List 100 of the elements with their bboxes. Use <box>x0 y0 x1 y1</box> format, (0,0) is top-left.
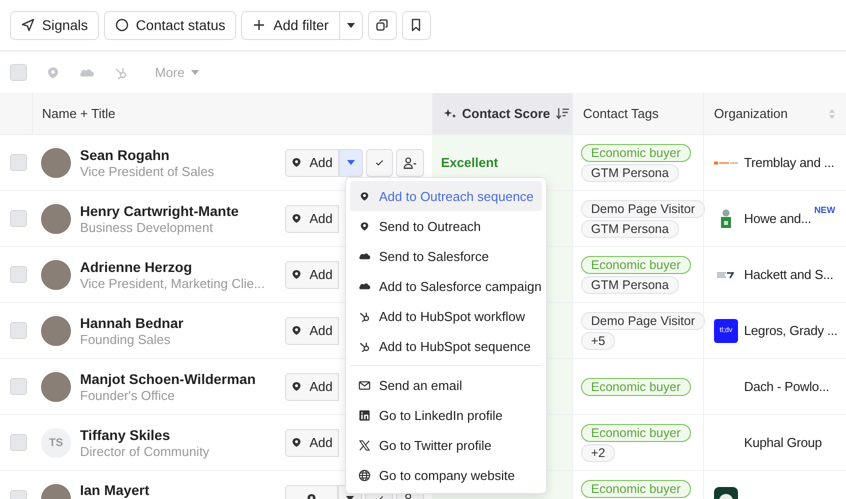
add-button[interactable]: Add <box>285 316 339 344</box>
column-header[interactable]: Contact Tags <box>572 93 703 134</box>
contact-status-button[interactable]: Contact status <box>104 10 236 40</box>
contact-name[interactable]: Ian Mayert <box>80 482 150 498</box>
add-filter-button[interactable]: Add filter <box>241 10 340 40</box>
column-header[interactable]: Organization <box>703 93 846 134</box>
contact-title: Founder's Office <box>80 388 176 402</box>
plus-icon <box>252 18 266 32</box>
contact-tag: Economic buyer <box>581 424 691 442</box>
company-logo-icon <box>714 160 738 166</box>
row-checkbox[interactable] <box>10 210 26 227</box>
sort-icon[interactable] <box>828 106 836 120</box>
menu-item[interactable]: Send to Outreach <box>350 211 542 241</box>
menu-item[interactable]: Go to LinkedIn profile <box>350 400 542 430</box>
avatar-placeholder <box>41 260 71 290</box>
bookmark-button[interactable] <box>402 10 431 40</box>
outreach-icon <box>291 325 302 336</box>
organization-name[interactable]: Hackett and S... <box>744 267 834 282</box>
column-title: Contact Score <box>462 106 550 121</box>
outreach-icon[interactable] <box>45 66 61 80</box>
avatar-placeholder <box>41 204 71 234</box>
menu-item[interactable]: Send to Salesforce <box>350 241 542 271</box>
contact-title: Business Development <box>80 220 214 234</box>
menu-item[interactable]: Go to company website <box>350 460 542 490</box>
contact-name[interactable]: Sean Rogahn <box>80 146 214 162</box>
globe-icon <box>358 468 371 482</box>
select-all-checkbox[interactable] <box>10 64 27 81</box>
avatar-initials: TS <box>41 428 71 458</box>
row-checkbox[interactable] <box>10 154 26 171</box>
caret-icon <box>346 160 355 165</box>
menu-item[interactable]: Add to HubSpot workflow <box>350 301 542 331</box>
contact-tag: Economic buyer <box>581 144 691 162</box>
column-title: Organization <box>714 106 788 121</box>
company-logo-icon <box>719 208 733 228</box>
contact-name[interactable]: Tiffany Skiles <box>80 426 210 442</box>
add-button[interactable]: Add <box>285 428 339 456</box>
contact-tag: GTM Persona <box>581 220 679 238</box>
add-button[interactable]: Add <box>285 204 339 232</box>
row-checkbox[interactable] <box>10 378 26 395</box>
column-header[interactable]: Contact Score <box>432 93 572 134</box>
contact-tag: Demo Page Visitor <box>581 200 705 218</box>
outreach-icon <box>358 220 371 232</box>
contact-tag: +5 <box>581 332 616 350</box>
menu-item[interactable]: Go to Twitter profile <box>350 430 542 460</box>
add-button[interactable]: Add <box>285 372 339 400</box>
organization-name[interactable]: Dach - Powlo... <box>744 379 830 394</box>
menu-item[interactable]: Add to HubSpot sequence <box>350 331 542 361</box>
email-icon <box>358 378 371 392</box>
organization-name[interactable]: Tremblay and ... <box>744 155 834 170</box>
x-icon <box>358 438 371 452</box>
add-button[interactable]: Add <box>285 260 339 288</box>
contact-title: Director of Community <box>80 444 210 458</box>
organization-name[interactable]: Howe and... <box>744 211 812 226</box>
column-title: Name + Title <box>42 106 116 121</box>
organization-name[interactable]: Kuphal Group <box>744 435 822 450</box>
outreach-icon <box>291 157 302 168</box>
menu-item[interactable]: Send an email <box>350 370 542 400</box>
contact-tag: Economic buyer <box>581 256 691 274</box>
person-minus-icon <box>403 156 417 170</box>
avatar-placeholder <box>41 372 71 402</box>
add-button[interactable]: Add <box>285 148 339 176</box>
contact-name[interactable]: Henry Cartwright-Mante <box>80 202 239 218</box>
contact-name[interactable]: Manjot Schoen-Wilderman <box>80 370 256 386</box>
caret-icon <box>190 70 199 75</box>
menu-item[interactable]: Add to Outreach sequence <box>350 181 542 211</box>
contact-tag: Demo Page Visitor <box>581 312 705 330</box>
contact-name[interactable]: Adrienne Herzog <box>80 258 265 274</box>
contact-tag: GTM Persona <box>581 276 679 294</box>
copy-button[interactable] <box>368 10 397 40</box>
contact-name[interactable]: Hannah Bednar <box>80 314 184 330</box>
organization-name[interactable]: Legros, Grady ... <box>744 323 838 338</box>
check-icon <box>374 157 385 168</box>
contact-title: Vice President, Marketing Clie... <box>80 276 265 290</box>
contact-tag: GTM Persona <box>581 164 679 182</box>
column-title: Contact Tags <box>583 106 659 121</box>
new-label: NEW <box>814 205 836 215</box>
circle-icon <box>114 18 129 32</box>
contact-tag: +2 <box>581 444 616 462</box>
outreach-icon <box>358 190 371 202</box>
filter-dropdown-button[interactable] <box>340 10 363 40</box>
contact-tag: Economic buyer <box>581 480 691 498</box>
caret-icon <box>346 22 355 28</box>
outreach-icon <box>291 437 302 448</box>
sort-descending-icon[interactable] <box>555 106 570 121</box>
menu-item[interactable]: Add to Salesforce campaign <box>350 271 542 301</box>
row-checkbox[interactable] <box>10 322 26 339</box>
add-dropdown-button[interactable] <box>339 148 363 176</box>
row-checkbox[interactable] <box>10 434 26 451</box>
remove-person-button[interactable] <box>396 148 424 176</box>
outreach-icon <box>291 381 302 392</box>
outreach-icon <box>291 269 302 280</box>
company-logo-icon <box>717 270 735 278</box>
copy-icon <box>375 18 390 32</box>
hubspot-icon[interactable] <box>113 66 129 80</box>
contact-tag: Economic buyer <box>581 378 691 396</box>
avatar-placeholder <box>41 148 71 178</box>
row-checkbox[interactable] <box>10 266 26 283</box>
outreach-icon <box>291 213 302 224</box>
signals-button[interactable]: Signals <box>10 10 99 40</box>
check-button[interactable] <box>366 148 393 176</box>
